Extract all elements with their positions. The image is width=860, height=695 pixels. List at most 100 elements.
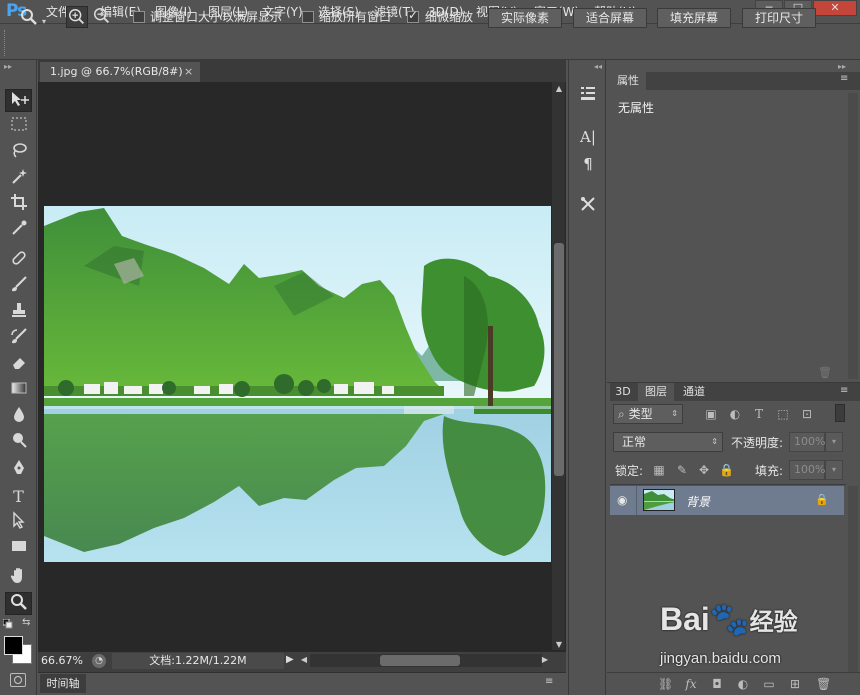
zoom-all-windows-checkbox[interactable] <box>302 11 314 23</box>
paragraph-panel-icon[interactable]: ¶ <box>576 153 600 175</box>
layer-filter-kind-select[interactable]: ⌕ 类型 ⇕ <box>613 404 683 424</box>
visibility-eye-icon[interactable]: ◉ <box>617 493 631 507</box>
opacity-field[interactable]: 100% <box>789 432 825 452</box>
chevron-updown-icon: ⇕ <box>671 409 678 418</box>
properties-menu-icon[interactable]: ≡ <box>840 73 848 84</box>
tab-channels[interactable]: 通道 <box>676 383 712 401</box>
paw-icon: 🐾 <box>709 601 750 637</box>
layer-thumbnail[interactable] <box>643 489 675 511</box>
opacity-dropdown-icon[interactable]: ▾ <box>825 432 843 452</box>
type-tool-icon[interactable]: T <box>5 485 32 508</box>
fill-dropdown-icon[interactable]: ▾ <box>825 460 843 480</box>
swap-colors-icon[interactable]: ⇆ <box>22 617 34 629</box>
filter-type-icon[interactable]: T <box>752 407 766 421</box>
filter-toggle-switch[interactable] <box>835 404 845 422</box>
document-image[interactable] <box>44 206 551 562</box>
character-panel-icon[interactable]: A| <box>576 126 600 148</box>
pen-tool-icon[interactable] <box>5 459 32 482</box>
lock-position-icon[interactable]: ✥ <box>697 463 711 477</box>
scrubby-zoom-checkbox[interactable] <box>407 8 419 23</box>
actual-pixels-button[interactable]: 实际像素 <box>488 8 562 28</box>
zoom-out-icon[interactable] <box>91 6 113 28</box>
fill-label: 填充: <box>755 464 784 478</box>
no-properties-text: 无属性 <box>618 101 655 115</box>
move-tool-icon[interactable] <box>5 89 32 112</box>
eraser-tool-icon[interactable] <box>5 353 32 376</box>
fill-field[interactable]: 100% <box>789 460 825 480</box>
fill-screen-button[interactable]: 填充屏幕 <box>657 8 731 28</box>
marquee-tool-icon[interactable] <box>5 115 32 138</box>
layer-name[interactable]: 背景 <box>686 493 710 510</box>
properties-tab[interactable]: 属性 <box>610 72 646 90</box>
timeline-menu-icon[interactable]: ≡ <box>545 676 553 687</box>
layer-filter-kind-label: 类型 <box>628 407 653 421</box>
status-menu-arrow-icon[interactable]: ▶ <box>286 654 296 668</box>
zoom-in-icon[interactable] <box>66 6 88 28</box>
layers-divider <box>610 484 846 485</box>
healing-brush-tool-icon[interactable] <box>5 249 32 272</box>
opacity-label: 不透明度: <box>731 436 784 450</box>
blur-tool-icon[interactable] <box>5 405 32 428</box>
foreground-color-swatch[interactable] <box>4 636 23 655</box>
chevron-updown-icon: ⇕ <box>711 437 718 446</box>
clone-stamp-tool-icon[interactable] <box>5 301 32 324</box>
blend-mode-select[interactable]: 正常 ⇕ <box>613 432 723 452</box>
filter-adjustment-icon[interactable]: ◐ <box>728 407 742 421</box>
properties-scrollbar[interactable] <box>848 93 858 379</box>
layer-row-separator <box>636 486 637 515</box>
brush-tool-icon[interactable] <box>5 275 32 298</box>
hand-tool-icon[interactable] <box>5 566 32 589</box>
zoom-tool-preset-icon[interactable] <box>18 6 40 28</box>
zoom-level-field[interactable]: 66.67% <box>41 653 87 669</box>
dock-collapse-icon[interactable]: ◂◂ <box>594 62 602 71</box>
history-brush-tool-icon[interactable] <box>5 327 32 350</box>
watermark-brand-suffix: 经验 <box>749 609 798 636</box>
tools-collapse-icon[interactable]: ▸▸ <box>0 62 37 72</box>
scroll-left-arrow-icon[interactable]: ◀ <box>299 655 309 667</box>
fit-screen-button[interactable]: 适合屏幕 <box>573 8 647 28</box>
rectangle-tool-icon[interactable] <box>5 537 32 560</box>
canvas-vertical-scroll-thumb[interactable] <box>554 243 564 476</box>
tab-layers[interactable]: 图层 <box>638 383 674 401</box>
print-size-button[interactable]: 打印尺寸 <box>742 8 816 28</box>
quick-mask-icon[interactable] <box>10 673 26 687</box>
options-grip[interactable] <box>4 30 10 56</box>
path-selection-tool-icon[interactable] <box>5 511 32 534</box>
scrubby-zoom-label: 细微缩放 <box>425 10 474 24</box>
document-tab-close-icon[interactable]: × <box>184 62 198 82</box>
right-dock-collapse-icon[interactable]: ▸▸ <box>838 62 846 71</box>
preset-dropdown-icon[interactable]: ▾ <box>42 17 46 26</box>
default-colors-icon[interactable] <box>2 618 13 629</box>
gradient-tool-icon[interactable] <box>5 379 32 402</box>
scroll-right-arrow-icon[interactable]: ▶ <box>540 655 550 667</box>
scroll-down-arrow-icon[interactable]: ▼ <box>553 640 565 650</box>
search-icon: ⌕ <box>618 407 625 421</box>
document-tab[interactable]: 1.jpg @ 66.7%(RGB/8#) <box>40 62 200 82</box>
resize-windows-checkbox[interactable] <box>133 11 145 23</box>
lock-image-icon[interactable]: ✎ <box>675 463 689 477</box>
filter-pixel-icon[interactable]: ▣ <box>704 407 718 421</box>
dodge-tool-icon[interactable] <box>5 431 32 454</box>
blend-mode-value: 正常 <box>622 435 647 449</box>
canvas-horizontal-scroll-thumb[interactable] <box>380 655 460 666</box>
status-info-icon[interactable]: ◔ <box>92 654 106 668</box>
properties-delete-icon: 🗑 <box>818 366 832 379</box>
eyedropper-tool-icon[interactable] <box>5 219 32 242</box>
filter-smart-object-icon[interactable]: ⊡ <box>800 407 814 421</box>
magic-wand-tool-icon[interactable] <box>5 167 32 190</box>
tool-presets-panel-icon[interactable] <box>576 195 600 217</box>
timeline-tab[interactable]: 时间轴 <box>40 674 86 693</box>
lock-transparent-icon[interactable]: ▦ <box>652 463 666 477</box>
watermark-brand: Bai <box>660 601 710 637</box>
filter-shape-icon[interactable]: ⬚ <box>776 407 790 421</box>
close-button[interactable]: ✕ <box>813 0 857 16</box>
timeline-panel <box>38 672 566 695</box>
zoom-tool-icon[interactable] <box>5 592 32 615</box>
crop-tool-icon[interactable] <box>5 193 32 216</box>
layers-menu-icon[interactable]: ≡ <box>840 385 848 396</box>
scroll-up-arrow-icon[interactable]: ▲ <box>553 84 565 94</box>
lock-all-icon[interactable]: 🔒 <box>719 463 734 477</box>
tab-3d[interactable]: 3D <box>610 383 636 401</box>
lasso-tool-icon[interactable] <box>5 141 32 164</box>
history-panel-icon[interactable] <box>576 84 600 106</box>
